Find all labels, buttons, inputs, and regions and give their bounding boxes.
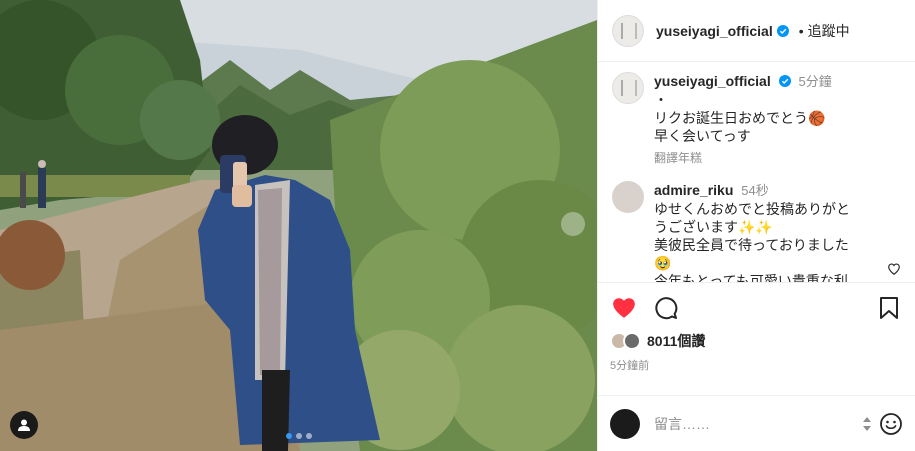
comment-item: admire_riku 54秒 ゆせくんおめでと投稿ありがと うございます✨✨ … [612,181,901,282]
post-header: yuseiyagi_official • 追蹤中 [598,0,915,62]
follow-status-button[interactable]: 追蹤中 [808,23,850,39]
emoji-icon[interactable] [879,412,903,436]
caption-item: yuseiyagi_official 5分鐘 ・ リクお誕生日おめでとう🏀 早く… [612,72,901,167]
sort-icon[interactable] [861,415,873,433]
carousel-next-button[interactable] [561,212,585,236]
caption-line: ・ [654,92,668,108]
comment-line: ゆせくんおめでと投稿ありがと [654,201,850,217]
photo-scene [0,0,597,451]
my-avatar [610,408,640,439]
caption-line: 早く会いてっす [654,128,751,144]
comment-like-icon[interactable] [887,262,901,276]
user-tag-icon [18,419,30,431]
liker-avatar [623,332,641,350]
user-tag-button[interactable] [10,411,38,439]
author-avatar[interactable] [612,14,644,47]
action-bar: 8011個讚 5分鐘前 [598,282,915,379]
comments-list: yuseiyagi_official 5分鐘 ・ リクお誕生日おめでとう🏀 早く… [598,62,915,282]
comment-line: 美彼民全員で待っておりました [654,237,849,253]
add-comment-bar [598,395,915,451]
likes-count[interactable]: 8011個讚 [647,331,705,351]
carousel-dot [305,433,312,439]
comment-time: 54秒 [741,183,769,198]
heart-icon [613,298,635,318]
carousel-dot-active [285,433,292,439]
verified-icon [776,24,789,37]
caption-username[interactable]: yuseiyagi_official [654,73,771,89]
comment-icon [655,297,678,320]
comment-button[interactable] [652,294,680,322]
caption-line: リクお誕生日おめでとう🏀 [654,110,826,126]
like-button[interactable] [610,294,638,322]
comment-line: 今年もとっても可愛い貴重な利 [654,273,848,282]
header-separator: • [798,22,804,39]
author-username[interactable]: yuseiyagi_official [656,23,773,39]
verified-icon [778,75,791,87]
commenter-username[interactable]: admire_riku [654,182,733,198]
comment-line: 🥹 [654,255,672,271]
bookmark-icon [880,297,898,319]
post-modal: yuseiyagi_official • 追蹤中 yuseiyagi_offici… [0,0,915,451]
post-photo[interactable] [0,0,597,451]
caption-avatar[interactable] [612,72,644,104]
comment-input[interactable] [654,415,861,432]
save-button[interactable] [875,294,903,322]
post-timestamp: 5分鐘前 [610,360,650,372]
caption-time: 5分鐘 [798,74,832,89]
likes-summary[interactable]: 8011個讚 [610,331,903,351]
comment-line: うございます✨✨ [654,219,773,235]
carousel-indicator [285,433,312,439]
post-side-panel: yuseiyagi_official • 追蹤中 yuseiyagi_offici… [597,0,915,451]
translate-link[interactable]: 翻譯年糕 [654,149,901,167]
carousel-dot [295,433,302,439]
commenter-avatar[interactable] [612,181,644,213]
